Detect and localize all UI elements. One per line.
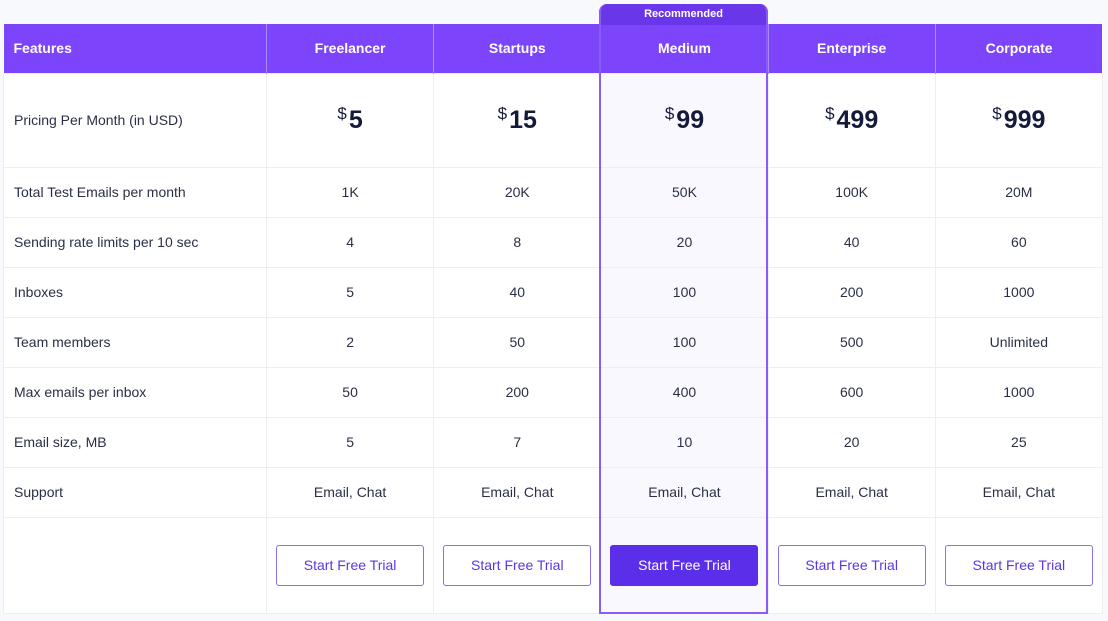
feature-label: Total Test Emails per month <box>3 166 267 218</box>
price-amount: 499 <box>836 105 879 134</box>
feature-value-medium: 50K <box>600 166 769 218</box>
start-free-trial-button-freelancer[interactable]: Start Free Trial <box>276 544 425 586</box>
feature-value-corporate: 60 <box>934 216 1103 268</box>
feature-value-enterprise: 200 <box>767 266 936 318</box>
header-row: Features Freelancer Startups Medium Ente… <box>3 24 1103 73</box>
feature-value-medium: Email, Chat <box>600 466 769 518</box>
feature-value-medium: 100 <box>600 266 769 318</box>
cta-cell-freelancer: Start Free Trial <box>265 516 435 614</box>
price-cell-startups: $15 <box>433 72 602 168</box>
cta-cell-medium: Start Free Trial <box>600 516 769 614</box>
cta-row: Start Free Trial Start Free Trial Start Fr… <box>3 516 1103 614</box>
feature-value-startups: Email, Chat <box>433 466 602 518</box>
feature-label: Support <box>3 466 267 518</box>
feature-row-team-members: Team members 2 50 100 500 Unlimited <box>3 316 1103 368</box>
price: $999 <box>992 103 1046 135</box>
feature-value-startups: 20K <box>433 166 602 218</box>
feature-row-support: Support Email, Chat Email, Chat Email, Chat… <box>3 466 1103 518</box>
features-header: Features <box>3 24 267 73</box>
feature-value-corporate: 20M <box>934 166 1103 218</box>
feature-label: Team members <box>3 316 267 368</box>
feature-value-enterprise: 40 <box>767 216 936 268</box>
feature-value-freelancer: 5 <box>265 266 435 318</box>
price-amount: 15 <box>509 105 537 134</box>
feature-label: Email size, MB <box>3 416 267 468</box>
feature-value-startups: 8 <box>433 216 602 268</box>
plan-header-startups: Startups <box>433 24 602 73</box>
feature-value-startups: 50 <box>433 316 602 368</box>
start-free-trial-button-startups[interactable]: Start Free Trial <box>443 544 592 586</box>
price-amount: 99 <box>676 105 705 134</box>
currency-symbol: $ <box>337 103 347 123</box>
pricing-row: Pricing Per Month (in USD) $5 $15 $99 $499 $… <box>3 72 1103 168</box>
feature-value-enterprise: 100K <box>767 166 936 218</box>
feature-value-startups: 200 <box>433 366 602 418</box>
price-cell-enterprise: $499 <box>767 72 936 168</box>
feature-value-startups: 40 <box>433 266 602 318</box>
feature-row-max-emails-per-inbox: Max emails per inbox 50 200 400 600 1000 <box>3 366 1103 418</box>
currency-symbol: $ <box>664 103 675 123</box>
recommended-badge: Recommended <box>599 4 768 25</box>
price-cell-medium: $99 <box>600 72 769 168</box>
price: $499 <box>825 103 879 135</box>
currency-symbol: $ <box>825 103 835 123</box>
price-amount: 5 <box>348 105 363 134</box>
pricing-label: Pricing Per Month (in USD) <box>3 72 267 168</box>
plan-header-freelancer: Freelancer <box>266 24 435 73</box>
feature-row-inboxes: Inboxes 5 40 100 200 1000 <box>3 266 1103 318</box>
feature-value-freelancer: 4 <box>265 216 435 268</box>
feature-row-total-test-emails-per-month: Total Test Emails per month 1K 20K 50K 100K 2… <box>3 166 1103 218</box>
currency-symbol: $ <box>992 103 1002 123</box>
feature-value-corporate: 1000 <box>934 266 1103 318</box>
feature-label: Max emails per inbox <box>3 366 267 418</box>
currency-symbol: $ <box>497 103 508 123</box>
feature-value-freelancer: 1K <box>265 166 435 218</box>
price-amount: 999 <box>1003 105 1046 134</box>
pricing-table: Features Freelancer Startups Medium Ente… <box>3 24 1103 614</box>
cta-empty-cell <box>3 516 267 614</box>
cta-cell-enterprise: Start Free Trial <box>767 516 936 614</box>
feature-value-startups: 7 <box>433 416 602 468</box>
start-free-trial-button-corporate[interactable]: Start Free Trial <box>944 544 1093 586</box>
start-free-trial-button-medium[interactable]: Start Free Trial <box>610 544 759 586</box>
feature-value-medium: 400 <box>600 366 769 418</box>
start-free-trial-button-enterprise[interactable]: Start Free Trial <box>777 544 926 586</box>
feature-value-enterprise: 600 <box>767 366 936 418</box>
cta-cell-startups: Start Free Trial <box>433 516 602 614</box>
feature-value-corporate: Unlimited <box>934 316 1103 368</box>
feature-value-freelancer: 2 <box>265 316 435 368</box>
feature-row-sending-rate-limits-per-10-sec: Sending rate limits per 10 sec 4 8 20 40 60 <box>3 216 1103 268</box>
feature-value-medium: 20 <box>600 216 769 268</box>
plan-header-corporate: Corporate <box>935 24 1103 73</box>
feature-value-freelancer: Email, Chat <box>265 466 435 518</box>
feature-label: Inboxes <box>3 266 267 318</box>
plan-header-enterprise: Enterprise <box>768 24 936 73</box>
feature-value-corporate: 25 <box>934 416 1103 468</box>
feature-value-freelancer: 50 <box>265 366 435 418</box>
feature-value-medium: 10 <box>600 416 769 468</box>
feature-value-enterprise: 20 <box>767 416 936 468</box>
feature-row-email-size-mb: Email size, MB 5 7 10 20 25 <box>3 416 1103 468</box>
price: $5 <box>337 103 363 135</box>
price-cell-corporate: $999 <box>934 72 1103 168</box>
feature-value-enterprise: 500 <box>767 316 936 368</box>
feature-value-medium: 100 <box>600 316 769 368</box>
plan-header-medium: Medium <box>600 24 769 73</box>
feature-value-enterprise: Email, Chat <box>767 466 936 518</box>
feature-value-freelancer: 5 <box>265 416 435 468</box>
feature-label: Sending rate limits per 10 sec <box>3 216 267 268</box>
feature-value-corporate: Email, Chat <box>934 466 1103 518</box>
feature-value-corporate: 1000 <box>934 366 1103 418</box>
price: $99 <box>664 103 705 135</box>
price-cell-freelancer: $5 <box>265 72 435 168</box>
pricing-table-container: Features Freelancer Startups Medium Ente… <box>3 24 1103 614</box>
cta-cell-corporate: Start Free Trial <box>934 516 1103 614</box>
price: $15 <box>497 103 537 135</box>
